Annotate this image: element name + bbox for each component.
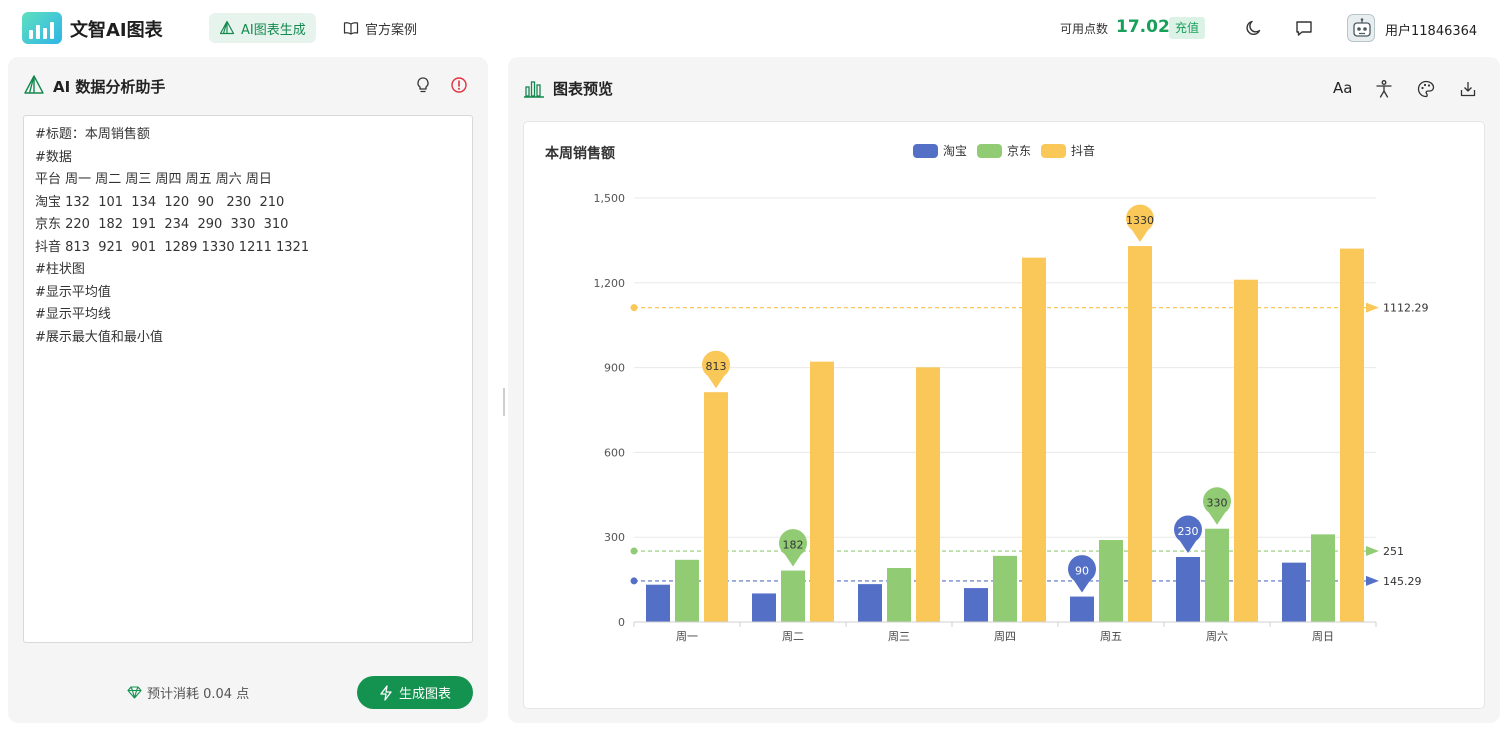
bar	[1099, 540, 1123, 622]
generate-button-label: 生成图表	[398, 687, 451, 702]
bar	[887, 568, 911, 622]
data-input-textarea[interactable]: #标题：本周销售额 #数据 平台 周一 周二 周三 周四 周五 周六 周日 淘宝…	[23, 115, 473, 643]
average-line-arrow	[1366, 546, 1379, 557]
panel-resize-handle[interactable]	[503, 388, 505, 416]
bar	[916, 367, 940, 622]
pyramid-icon	[24, 75, 44, 94]
lightbulb-icon[interactable]	[414, 76, 432, 94]
pin-label: 813	[706, 360, 727, 373]
chart-title: 本周销售额	[545, 146, 615, 162]
diamond-icon	[127, 686, 142, 699]
pin-label: 90	[1075, 565, 1089, 578]
y-tick-label: 1,200	[594, 277, 626, 290]
legend-swatch	[977, 143, 1002, 158]
nav-cases-label: 官方案例	[365, 22, 418, 38]
alert-circle-icon[interactable]	[450, 76, 468, 94]
average-line-label: 251	[1383, 545, 1404, 558]
legend-item-taobao[interactable]: 淘宝	[913, 142, 967, 159]
bar	[675, 559, 699, 622]
bar	[1205, 528, 1229, 622]
y-tick-label: 900	[604, 362, 625, 375]
bar	[1070, 596, 1094, 622]
x-tick-label: 周一	[676, 630, 698, 643]
nav-generate-label: AI图表生成	[241, 22, 306, 38]
accessibility-icon[interactable]	[1374, 79, 1394, 99]
legend-swatch	[1041, 143, 1066, 158]
generate-chart-button[interactable]: 生成图表	[357, 676, 473, 709]
y-tick-label: 600	[604, 446, 625, 459]
bar	[1311, 534, 1335, 622]
top-bar: 文智AI图表 AI图表生成 官方案例 可用点数 17.02 充值 用户11846…	[0, 0, 1506, 56]
app-logo[interactable]	[22, 12, 62, 44]
y-tick-label: 300	[604, 531, 625, 544]
legend-label: 京东	[1007, 144, 1032, 158]
bar	[704, 392, 728, 622]
bar	[964, 588, 988, 622]
cost-text: 预计消耗 0.04 点	[147, 687, 250, 702]
average-line-start	[630, 304, 638, 312]
pin-label: 1330	[1126, 214, 1154, 227]
sales-bar-chart: 145.29 251 1112.29 0 300 600 900 1,200 1,500 周一 周…	[594, 192, 1429, 643]
bar	[1234, 279, 1258, 622]
moon-icon[interactable]	[1244, 18, 1264, 38]
bar	[646, 584, 670, 622]
lightning-icon	[380, 684, 392, 701]
bar	[858, 584, 882, 622]
bar	[781, 570, 805, 622]
bar	[1340, 248, 1364, 622]
avatar[interactable]	[1347, 14, 1375, 42]
bar-chart-icon	[524, 81, 544, 98]
x-tick-label: 周三	[888, 630, 910, 643]
bar	[1128, 246, 1152, 622]
bar	[1022, 257, 1046, 622]
robot-avatar-icon	[1353, 18, 1371, 37]
username[interactable]: 用户11846364	[1385, 20, 1477, 39]
legend-label: 抖音	[1071, 144, 1096, 158]
nav-ai-chart-generate[interactable]: AI图表生成	[209, 13, 316, 43]
y-tick-label: 0	[618, 616, 625, 629]
average-line-label: 145.29	[1383, 575, 1422, 588]
pin-label: 230	[1178, 525, 1199, 538]
font-settings-button[interactable]: Aa	[1333, 79, 1352, 97]
bar	[1282, 562, 1306, 622]
estimated-cost: 预计消耗 0.04 点	[127, 683, 249, 702]
assistant-panel: AI 数据分析助手 #标题：本周销售额 #数据 平台 周一 周二 周三 周四 周…	[8, 57, 488, 723]
preview-title: 图表预览	[553, 80, 614, 98]
legend-label: 淘宝	[943, 144, 968, 158]
legend-swatch	[913, 143, 938, 158]
bar	[810, 361, 834, 622]
x-tick-label: 周日	[1312, 630, 1334, 643]
assistant-title: AI 数据分析助手	[53, 78, 166, 96]
bar	[1176, 556, 1200, 622]
nav-official-cases[interactable]: 官方案例	[333, 13, 427, 43]
average-line-arrow	[1366, 302, 1379, 313]
average-line-start	[630, 547, 638, 555]
bar	[993, 555, 1017, 622]
book-icon	[343, 22, 359, 35]
pin-label: 330	[1207, 497, 1228, 510]
credits-label: 可用点数	[1060, 22, 1109, 36]
pin-label: 182	[783, 539, 804, 552]
x-tick-label: 周六	[1206, 630, 1228, 643]
legend-item-douyin[interactable]: 抖音	[1041, 142, 1095, 159]
x-tick-label: 周二	[782, 630, 804, 643]
x-tick-label: 周四	[994, 630, 1016, 643]
pyramid-icon	[219, 20, 235, 35]
y-tick-label: 1,500	[594, 192, 626, 205]
app-brand[interactable]: 文智AI图表	[70, 16, 163, 42]
palette-icon[interactable]	[1416, 79, 1436, 99]
average-line-start	[630, 577, 638, 585]
chart-card: 145.29 251 1112.29 0 300 600 900 1,200 1,500 周一 周…	[523, 121, 1485, 709]
legend-item-jd[interactable]: 京东	[977, 142, 1031, 159]
bar	[752, 593, 776, 622]
preview-panel: 图表预览 Aa 145.29 251 1112.29 0 300 600 900 1,200…	[508, 57, 1500, 723]
average-line-label: 1112.29	[1383, 302, 1429, 315]
x-tick-label: 周五	[1100, 630, 1122, 643]
average-line-arrow	[1366, 575, 1379, 586]
recharge-button[interactable]: 充值	[1169, 17, 1206, 39]
credits-value: 17.02	[1116, 17, 1170, 37]
download-icon[interactable]	[1458, 79, 1478, 99]
message-icon[interactable]	[1294, 18, 1314, 38]
